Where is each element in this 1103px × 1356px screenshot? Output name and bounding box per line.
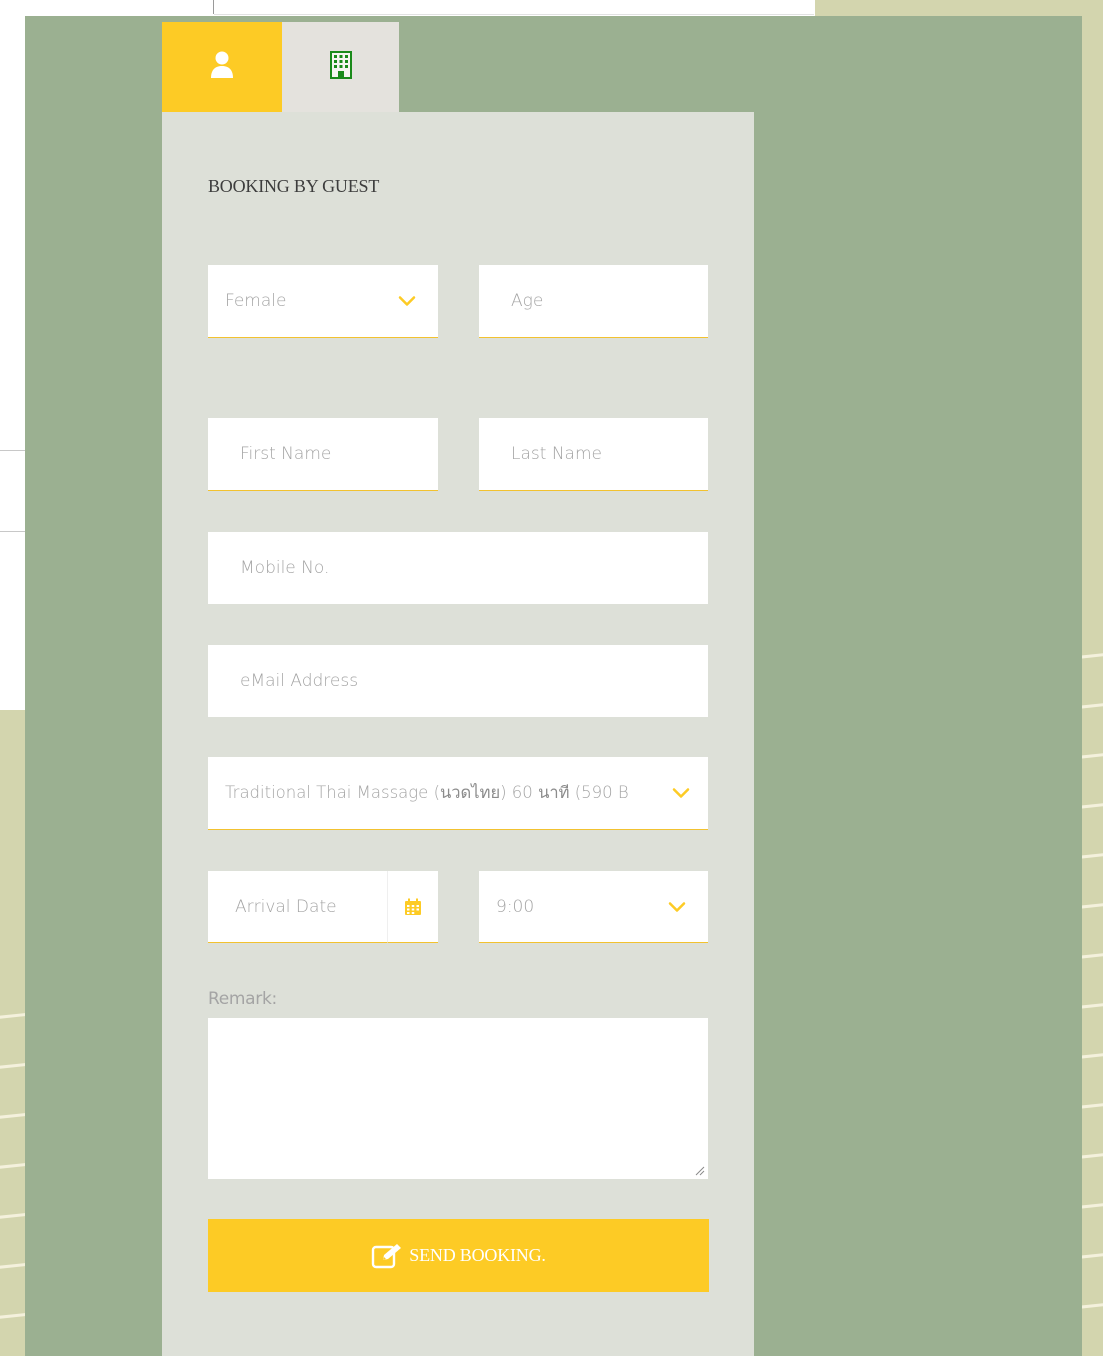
resize-handle-icon[interactable] [693, 1164, 705, 1176]
send-booking-label: SEND BOOKING. [409, 1245, 546, 1265]
age-input-placeholder: Age [511, 291, 544, 311]
tab-guest-booking[interactable] [162, 22, 282, 112]
calendar-icon [405, 898, 421, 915]
edit-icon [372, 1243, 402, 1268]
background-stripes-right [1080, 640, 1103, 1356]
arrival-date-input[interactable]: Arrival Date [208, 871, 388, 943]
gender-select[interactable]: Female [208, 265, 438, 338]
gender-select-value: Female [225, 291, 287, 311]
age-input[interactable]: Age [479, 265, 708, 338]
date-picker-button[interactable] [387, 871, 438, 943]
form-title: BOOKING BY GUEST [208, 176, 380, 196]
email-input[interactable]: eMail Address [208, 645, 708, 717]
background-stripes-left [0, 1000, 26, 1356]
building-icon [328, 50, 354, 85]
email-placeholder: eMail Address [240, 671, 359, 691]
tab-company-booking[interactable] [282, 22, 399, 112]
time-select-value: 9:00 [496, 896, 535, 917]
service-select-value: Traditional Thai Massage (นวดไทย) 60 นาท… [225, 783, 629, 802]
first-name-input[interactable]: First Name [208, 418, 438, 491]
first-name-placeholder: First Name [240, 444, 332, 464]
background-panel [214, 0, 814, 15]
remark-label: Remark: [208, 989, 277, 1009]
send-booking-button[interactable]: SEND BOOKING. [208, 1219, 709, 1292]
chevron-down-icon [398, 296, 416, 306]
service-select[interactable]: Traditional Thai Massage (นวดไทย) 60 นาท… [208, 757, 708, 830]
chevron-down-icon [668, 901, 686, 912]
chevron-down-icon [672, 788, 690, 798]
user-icon [209, 50, 235, 85]
mobile-placeholder: Mobile No. [240, 558, 330, 578]
mobile-input[interactable]: Mobile No. [208, 532, 708, 604]
last-name-placeholder: Last Name [511, 444, 602, 464]
arrival-date-placeholder: Arrival Date [235, 896, 337, 917]
time-select[interactable]: 9:00 [479, 871, 708, 943]
remark-textarea[interactable] [208, 1018, 708, 1179]
last-name-input[interactable]: Last Name [479, 418, 708, 491]
